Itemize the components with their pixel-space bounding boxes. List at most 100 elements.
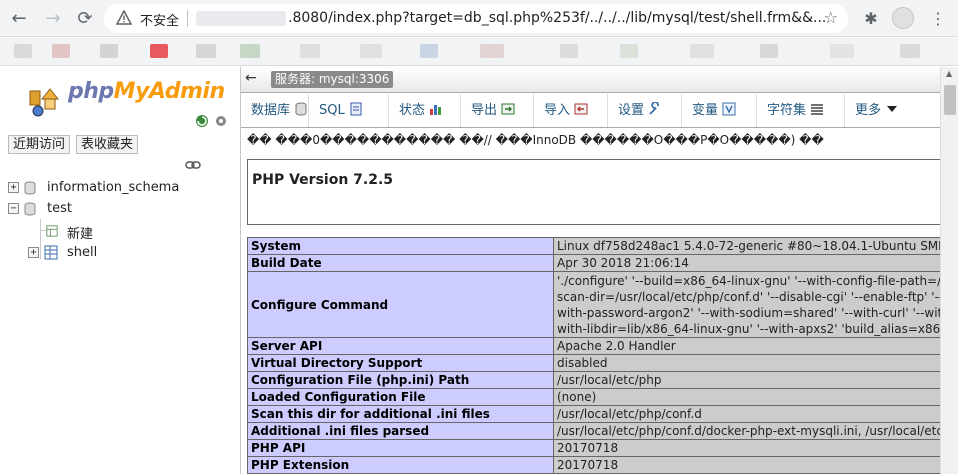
row-value: 20170718 [553, 439, 941, 457]
scrollbar-thumb[interactable] [944, 85, 956, 115]
bookmark-star-icon[interactable]: ☆ [824, 8, 838, 27]
bookmark-blur[interactable] [14, 44, 32, 58]
variables-icon [722, 102, 736, 116]
table-row: PHP API 20170718 [247, 439, 941, 457]
pma-logo-icon [29, 88, 60, 117]
forward-icon[interactable]: → [42, 8, 64, 30]
expand-icon[interactable]: + [8, 182, 19, 193]
tab-databases[interactable]: 数据库 [241, 94, 309, 127]
sql-icon [350, 102, 362, 116]
row-key: PHP API [247, 439, 554, 457]
tab-label: 导出 [471, 103, 498, 118]
reload-nav-icon[interactable] [194, 113, 210, 129]
phpinfo-table: System Linux df758d248ac1 5.4.0-72-gener… [247, 237, 941, 474]
favorites-tab[interactable]: 表收藏夹 [76, 135, 139, 154]
bookmark-blur[interactable] [480, 44, 504, 58]
address-bar[interactable]: 不安全 .8080/index.php?target=db_sql.php%25… [104, 4, 848, 33]
caret-down-icon [887, 106, 898, 112]
tab-sql[interactable]: SQL [309, 94, 389, 127]
bookmark-blur[interactable] [100, 44, 118, 58]
vertical-scrollbar[interactable]: ▲ [940, 67, 958, 474]
table-row: Configuration File (php.ini) Path /usr/l… [247, 371, 941, 389]
table-row: Virtual Directory Support disabled [247, 354, 941, 372]
row-value: 20170718 [553, 456, 941, 474]
database-icon [24, 181, 36, 195]
expand-icon[interactable]: + [28, 247, 39, 258]
bookmark-blur[interactable] [300, 44, 320, 58]
table-row: Server API Apache 2.0 Handler [247, 337, 941, 355]
new-table-icon [46, 225, 58, 237]
settings-gear-icon[interactable] [213, 113, 229, 129]
server-breadcrumb-bar: ← 服务器: mysql:3306 ⋏ [241, 67, 958, 93]
tab-charset[interactable]: 字符集 [757, 94, 845, 127]
tree-item-test[interactable]: − test [8, 199, 238, 219]
extensions-icon[interactable]: ✱ [862, 10, 880, 28]
tab-status[interactable]: 状态 [389, 94, 461, 127]
tab-label: 设置 [618, 103, 645, 118]
table-row: Additional .ini files parsed /usr/local/… [247, 422, 941, 440]
link-chain-icon[interactable] [185, 157, 201, 173]
tree-label[interactable]: test [47, 201, 72, 216]
bookmark-blur[interactable] [360, 44, 382, 58]
collapse-icon[interactable]: − [8, 203, 19, 214]
row-value: Linux df758d248ac1 5.4.0-72-generic #80~… [553, 237, 941, 255]
row-key: Build Date [247, 254, 554, 272]
bookmark-blur[interactable] [760, 44, 778, 58]
bookmark-blur[interactable] [420, 44, 438, 58]
browser-menu-icon[interactable]: ⋮ [930, 8, 946, 30]
back-icon[interactable]: ← [8, 8, 30, 30]
bookmark-blur[interactable] [150, 44, 168, 58]
row-value: Apr 30 2018 21:06:14 [553, 254, 941, 272]
bookmark-blur[interactable] [830, 44, 854, 58]
phpmyadmin-logo[interactable]: phpMyAdmin [28, 77, 225, 117]
tab-label: 数据库 [251, 103, 291, 118]
pma-brand-text: phpMyAdmin [68, 79, 225, 104]
tab-variables[interactable]: 变量 [682, 94, 757, 127]
row-value-line: scan-dir=/usr/local/etc/php/conf.d' '--d… [557, 289, 941, 304]
row-key: Loaded Configuration File [247, 388, 554, 406]
tree-label[interactable]: shell [67, 245, 97, 260]
profile-avatar[interactable] [892, 7, 914, 29]
tab-settings[interactable]: 设置 [608, 94, 682, 127]
bookmark-blur[interactable] [52, 44, 70, 58]
recent-tab[interactable]: 近期访问 [8, 135, 71, 154]
bookmark-blur[interactable] [560, 44, 578, 58]
tab-import[interactable]: 导入 [534, 94, 608, 127]
warning-icon [116, 10, 132, 25]
export-icon [501, 103, 515, 115]
tree-item-new[interactable]: 新建 [8, 221, 208, 242]
tab-more[interactable]: 更多 [845, 94, 941, 127]
content-area: �� ���0����������� ��// ���InnoDB ������… [241, 129, 941, 474]
bookmark-blur[interactable] [196, 44, 216, 58]
tree-item-information-schema[interactable]: + information_schema [8, 178, 238, 198]
tab-export[interactable]: 导出 [461, 94, 534, 127]
status-icon [430, 105, 442, 115]
tab-label: 更多 [855, 103, 882, 118]
brand-myadmin: MyAdmin [113, 79, 225, 104]
tree-label[interactable]: 新建 [67, 223, 93, 242]
row-value: disabled [553, 354, 941, 372]
tab-label: 导入 [544, 103, 571, 118]
table-row: System Linux df758d248ac1 5.4.0-72-gener… [247, 237, 941, 255]
row-value: /usr/local/etc/php/conf.d [553, 405, 941, 423]
back-arrow-icon[interactable]: ← [245, 70, 257, 86]
bookmark-blur[interactable] [240, 44, 260, 58]
table-row: Build Date Apr 30 2018 21:06:14 [247, 254, 941, 272]
tree-item-shell[interactable]: + shell [8, 243, 208, 263]
bookmark-blur[interactable] [900, 44, 920, 58]
url-text[interactable]: .8080/index.php?target=db_sql.php%253f/.… [288, 10, 826, 26]
row-key: PHP Extension [247, 456, 554, 474]
scroll-up-icon[interactable]: ▲ [946, 69, 952, 78]
row-value-line: with-libdir=lib/x86_64-linux-gnu' '--wit… [557, 321, 941, 336]
tree-label[interactable]: information_schema [47, 180, 179, 195]
bookmark-blur[interactable] [690, 44, 714, 58]
table-row: Loaded Configuration File (none) [247, 388, 941, 406]
server-label[interactable]: 服务器: mysql:3306 [271, 71, 394, 88]
garbled-output-line: �� ���0����������� ��// ���InnoDB ������… [247, 133, 824, 147]
table-row: Configure Command './configure' '--build… [247, 271, 941, 338]
row-value-line: './configure' '--build=x86_64-linux-gnu'… [557, 273, 941, 288]
row-value-multiline: './configure' '--build=x86_64-linux-gnu'… [553, 271, 941, 338]
reload-icon[interactable]: ⟳ [74, 8, 96, 30]
bookmark-blur[interactable] [620, 44, 638, 58]
charset-icon [811, 104, 824, 115]
